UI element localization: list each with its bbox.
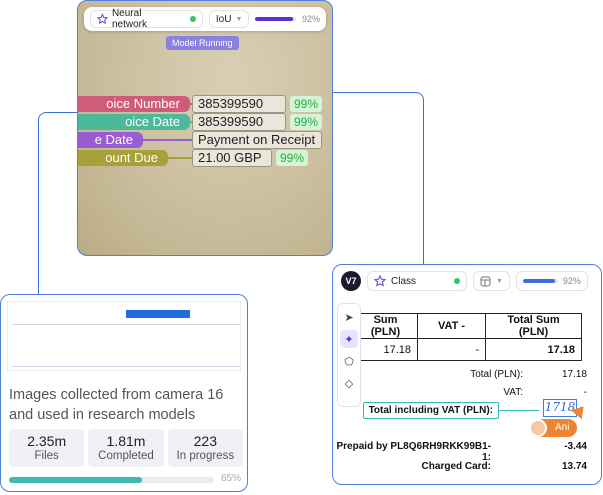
summary-value: -3.44 bbox=[564, 441, 587, 452]
table-row: 17.18 - 17.18 bbox=[353, 338, 582, 361]
table-cell: 17.18 bbox=[353, 338, 418, 361]
summary-row: Charged Card: 13.74 bbox=[333, 461, 595, 475]
field-value[interactable]: 385399590 bbox=[192, 113, 286, 131]
model-running-badge: Model Running bbox=[166, 36, 239, 50]
class-icon bbox=[374, 275, 386, 287]
summary-label: Total (PLN): bbox=[470, 369, 523, 380]
stat-label: In progress bbox=[176, 450, 235, 462]
table-header-row: Sum (PLN) VAT - Total Sum (PLN) bbox=[353, 313, 582, 339]
summary-label: Charged Card: bbox=[421, 461, 491, 472]
iou-label: IoU bbox=[215, 13, 232, 25]
class-selector[interactable]: Neural network bbox=[90, 8, 203, 30]
status-dot-2 bbox=[454, 278, 460, 284]
v7-logo: V7 bbox=[341, 271, 361, 291]
document-rule bbox=[12, 366, 240, 367]
layout-icon bbox=[480, 276, 491, 286]
tool-palette: ➤ ✦ ⬠ ◇ bbox=[337, 303, 361, 407]
status-dot bbox=[190, 16, 196, 22]
avatar bbox=[529, 419, 547, 437]
dataset-progress-bar bbox=[9, 477, 214, 483]
field-connector bbox=[168, 157, 192, 159]
stat-value: 2.35m bbox=[27, 433, 67, 449]
eraser-icon[interactable]: ◇ bbox=[340, 374, 358, 392]
extracted-field[interactable]: oice Number 385399590 99% bbox=[78, 95, 332, 113]
class-label: Neural network bbox=[111, 8, 147, 30]
annotation-toolbar-2: Class ▼ 92% bbox=[367, 269, 595, 293]
table-header: Total Sum (PLN) bbox=[485, 313, 582, 339]
dataset-progress-fill bbox=[9, 477, 143, 483]
dataset-description: Images collected from camera 16 and used… bbox=[9, 387, 224, 423]
field-value[interactable]: 385399590 bbox=[192, 95, 286, 113]
field-value[interactable]: Payment on Receipt bbox=[192, 131, 322, 149]
field-label: oice Number bbox=[78, 96, 190, 112]
summary-label: Prepaid by PL8Q6RH9RKK99B1-1: bbox=[336, 441, 492, 463]
stat-label: Completed bbox=[98, 450, 154, 462]
confidence-badge: 99% bbox=[276, 150, 309, 166]
field-label: e Date bbox=[78, 132, 143, 148]
connector-card1-card2 bbox=[330, 92, 424, 264]
class-progress-bar bbox=[522, 279, 558, 283]
field-label: oice Date bbox=[78, 114, 190, 130]
confidence-badge: 99% bbox=[290, 96, 323, 112]
send-icon[interactable]: ➤ bbox=[340, 308, 358, 326]
class-progress-fill bbox=[522, 279, 556, 283]
stat-in-progress: 223 In progress bbox=[167, 429, 243, 467]
iou-dropdown[interactable]: IoU ▼ bbox=[208, 10, 250, 28]
summary-value: 13.74 bbox=[561, 461, 587, 472]
field-value[interactable]: 21.00 GBP bbox=[192, 149, 272, 167]
summary-row: Total (PLN): 17.18 bbox=[333, 369, 595, 383]
stat-files: 2.35m Files bbox=[9, 429, 85, 467]
chevron-down-icon: ▼ bbox=[235, 15, 243, 23]
neural-network-icon bbox=[97, 13, 108, 25]
canvas: ▒▒▒ ▒▒▒▒ Neural network IoU ▼ 92% Model … bbox=[0, 0, 603, 495]
table-header: Sum (PLN) bbox=[353, 313, 418, 339]
polygon-icon[interactable]: ⬠ bbox=[340, 352, 358, 370]
dataset-stats: 2.35m Files 1.81m Completed 223 In progr… bbox=[9, 429, 243, 467]
annotation-link bbox=[499, 410, 539, 411]
class-progress-percent: 92% bbox=[562, 276, 581, 286]
summary-value: - bbox=[583, 387, 587, 398]
annotation-toolbar: Neural network IoU ▼ 92% bbox=[84, 7, 326, 31]
class-label-2: Class bbox=[391, 275, 417, 287]
invoice-extraction-card[interactable]: ▒▒▒ ▒▒▒▒ Neural network IoU ▼ 92% Model … bbox=[77, 0, 333, 256]
table-cell: - bbox=[417, 338, 486, 361]
dataset-progress-percent: 65% bbox=[221, 473, 242, 484]
table-header: VAT - bbox=[417, 313, 486, 339]
extracted-field[interactable]: oice Date 385399590 99% bbox=[78, 113, 332, 131]
ai-assist-icon[interactable]: ✦ bbox=[340, 330, 358, 348]
extracted-field[interactable]: ount Due 21.00 GBP 99% bbox=[78, 149, 332, 167]
table-cell: 17.18 bbox=[485, 338, 582, 361]
confidence-progress-fill bbox=[255, 17, 293, 21]
field-label: ount Due bbox=[78, 150, 168, 166]
connector-card1-card3 bbox=[38, 112, 78, 294]
summary-value: 17.18 bbox=[561, 369, 587, 380]
document-rule bbox=[12, 324, 240, 325]
stat-label: Files bbox=[34, 450, 59, 462]
chevron-down-icon-2: ▼ bbox=[496, 277, 503, 285]
total-annotation-box[interactable] bbox=[363, 402, 499, 419]
summary-row: Prepaid by PL8Q6RH9RKK99B1-1: -3.44 bbox=[333, 441, 595, 463]
document-header-bar bbox=[126, 310, 190, 318]
stat-value: 223 bbox=[193, 433, 217, 449]
confidence-progress-bar bbox=[255, 17, 296, 21]
document-thumbnail bbox=[7, 301, 241, 371]
layout-dropdown[interactable]: ▼ bbox=[473, 271, 510, 291]
field-connector bbox=[143, 139, 192, 141]
stat-completed: 1.81m Completed bbox=[88, 429, 164, 467]
confidence-percent: 92% bbox=[301, 14, 320, 24]
invoice-table-card[interactable]: V7 Class ▼ 92% ➤ ✦ ⬠ ◇ Sum (PLN) VAT - T… bbox=[332, 264, 602, 485]
extracted-field[interactable]: e Date Payment on Receipt bbox=[78, 131, 332, 149]
dataset-card[interactable]: Images collected from camera 16 and used… bbox=[0, 294, 248, 492]
stat-value: 1.81m bbox=[106, 433, 146, 449]
progress-chip: 92% bbox=[515, 271, 588, 291]
summary-label: VAT: bbox=[503, 387, 523, 398]
class-selector-2[interactable]: Class bbox=[367, 271, 467, 291]
confidence-badge: 99% bbox=[290, 114, 323, 130]
invoice-table: Sum (PLN) VAT - Total Sum (PLN) 17.18 - … bbox=[353, 313, 582, 361]
